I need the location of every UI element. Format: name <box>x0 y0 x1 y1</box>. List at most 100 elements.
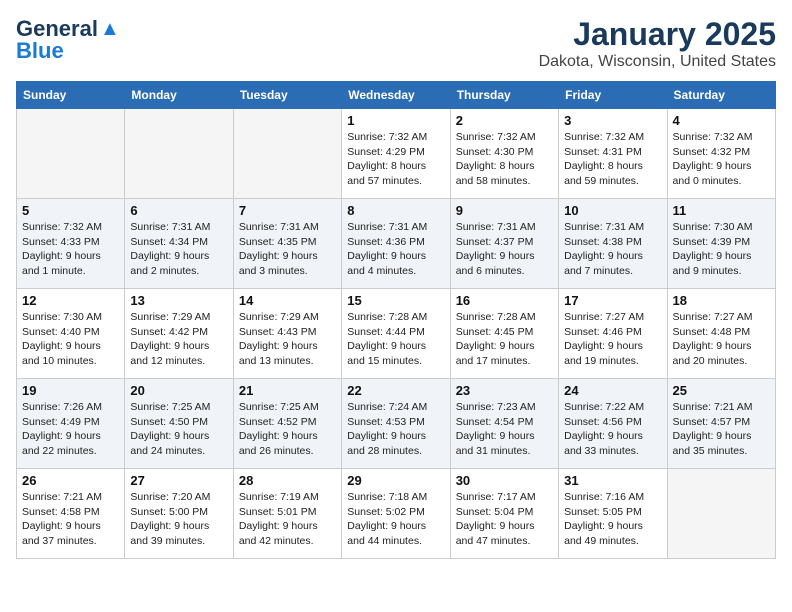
calendar-week-row: 5Sunrise: 7:32 AM Sunset: 4:33 PM Daylig… <box>17 199 776 289</box>
calendar-cell: 3 Sunrise: 7:32 AM Sunset: 4:31 PM Daylig… <box>559 109 667 199</box>
calendar-cell <box>233 109 341 199</box>
day-info: Sunrise: 7:25 AM Sunset: 4:52 PM Dayligh… <box>239 400 336 459</box>
calendar-cell: 20 Sunrise: 7:25 AM Sunset: 4:50 PM Dayli… <box>125 379 233 469</box>
day-info: Sunrise: 7:27 AM Sunset: 4:48 PM Dayligh… <box>673 310 770 369</box>
weekday-header: Sunday <box>17 82 125 109</box>
calendar-header-row: SundayMondayTuesdayWednesdayThursdayFrid… <box>17 82 776 109</box>
day-number: 2 <box>456 113 553 128</box>
day-number: 26 <box>22 473 119 488</box>
day-info: Sunrise: 7:27 AM Sunset: 4:46 PM Dayligh… <box>564 310 661 369</box>
calendar-cell: 28 Sunrise: 7:19 AM Sunset: 5:01 PM Dayli… <box>233 469 341 559</box>
calendar-cell: 23 Sunrise: 7:23 AM Sunset: 4:54 PM Dayli… <box>450 379 558 469</box>
day-number: 13 <box>130 293 227 308</box>
day-number: 1 <box>347 113 444 128</box>
day-info: Sunrise: 7:21 AM Sunset: 4:58 PM Dayligh… <box>22 490 119 549</box>
day-info: Sunrise: 7:32 AM Sunset: 4:31 PM Dayligh… <box>564 130 661 189</box>
calendar-week-row: 26 Sunrise: 7:21 AM Sunset: 4:58 PM Dayli… <box>17 469 776 559</box>
day-info: Sunrise: 7:18 AM Sunset: 5:02 PM Dayligh… <box>347 490 444 549</box>
day-number: 4 <box>673 113 770 128</box>
day-number: 28 <box>239 473 336 488</box>
day-info: Sunrise: 7:29 AM Sunset: 4:42 PM Dayligh… <box>130 310 227 369</box>
day-info: Sunrise: 7:21 AM Sunset: 4:57 PM Dayligh… <box>673 400 770 459</box>
day-info: Sunrise: 7:25 AM Sunset: 4:50 PM Dayligh… <box>130 400 227 459</box>
calendar-cell: 15Sunrise: 7:28 AM Sunset: 4:44 PM Dayli… <box>342 289 450 379</box>
day-number: 10 <box>564 203 661 218</box>
calendar-cell: 2 Sunrise: 7:32 AM Sunset: 4:30 PM Daylig… <box>450 109 558 199</box>
page-header: General ▲ Blue January 2025 Dakota, Wisc… <box>16 16 776 71</box>
day-number: 19 <box>22 383 119 398</box>
calendar-cell: 8Sunrise: 7:31 AM Sunset: 4:36 PM Daylig… <box>342 199 450 289</box>
month-title: January 2025 <box>539 16 776 53</box>
weekday-header: Thursday <box>450 82 558 109</box>
calendar-cell: 31 Sunrise: 7:16 AM Sunset: 5:05 PM Dayli… <box>559 469 667 559</box>
logo-bird-icon: ▲ <box>100 18 120 41</box>
title-area: January 2025 Dakota, Wisconsin, United S… <box>539 16 776 71</box>
logo: General ▲ Blue <box>16 16 120 64</box>
day-info: Sunrise: 7:29 AM Sunset: 4:43 PM Dayligh… <box>239 310 336 369</box>
calendar-table: SundayMondayTuesdayWednesdayThursdayFrid… <box>16 81 776 559</box>
calendar-cell <box>17 109 125 199</box>
calendar-cell: 26 Sunrise: 7:21 AM Sunset: 4:58 PM Dayli… <box>17 469 125 559</box>
day-number: 9 <box>456 203 553 218</box>
day-info: Sunrise: 7:24 AM Sunset: 4:53 PM Dayligh… <box>347 400 444 459</box>
day-number: 12 <box>22 293 119 308</box>
calendar-cell: 25 Sunrise: 7:21 AM Sunset: 4:57 PM Dayli… <box>667 379 775 469</box>
day-number: 23 <box>456 383 553 398</box>
day-number: 3 <box>564 113 661 128</box>
day-number: 22 <box>347 383 444 398</box>
location-title: Dakota, Wisconsin, United States <box>539 53 776 71</box>
day-number: 16 <box>456 293 553 308</box>
day-info: Sunrise: 7:32 AM Sunset: 4:29 PM Dayligh… <box>347 130 444 189</box>
calendar-cell: 5Sunrise: 7:32 AM Sunset: 4:33 PM Daylig… <box>17 199 125 289</box>
day-number: 29 <box>347 473 444 488</box>
day-info: Sunrise: 7:31 AM Sunset: 4:36 PM Dayligh… <box>347 220 444 279</box>
calendar-cell: 24Sunrise: 7:22 AM Sunset: 4:56 PM Dayli… <box>559 379 667 469</box>
calendar-cell: 16 Sunrise: 7:28 AM Sunset: 4:45 PM Dayli… <box>450 289 558 379</box>
calendar-cell: 30Sunrise: 7:17 AM Sunset: 5:04 PM Dayli… <box>450 469 558 559</box>
calendar-cell: 7Sunrise: 7:31 AM Sunset: 4:35 PM Daylig… <box>233 199 341 289</box>
day-number: 25 <box>673 383 770 398</box>
day-number: 27 <box>130 473 227 488</box>
weekday-header: Monday <box>125 82 233 109</box>
calendar-week-row: 1 Sunrise: 7:32 AM Sunset: 4:29 PM Daylig… <box>17 109 776 199</box>
calendar-cell: 13 Sunrise: 7:29 AM Sunset: 4:42 PM Dayli… <box>125 289 233 379</box>
day-number: 24 <box>564 383 661 398</box>
calendar-week-row: 19 Sunrise: 7:26 AM Sunset: 4:49 PM Dayli… <box>17 379 776 469</box>
weekday-header: Friday <box>559 82 667 109</box>
calendar-cell: 22 Sunrise: 7:24 AM Sunset: 4:53 PM Dayli… <box>342 379 450 469</box>
logo-blue: Blue <box>16 38 64 64</box>
day-info: Sunrise: 7:20 AM Sunset: 5:00 PM Dayligh… <box>130 490 227 549</box>
calendar-cell: 27 Sunrise: 7:20 AM Sunset: 5:00 PM Dayli… <box>125 469 233 559</box>
calendar-cell: 18Sunrise: 7:27 AM Sunset: 4:48 PM Dayli… <box>667 289 775 379</box>
calendar-week-row: 12 Sunrise: 7:30 AM Sunset: 4:40 PM Dayli… <box>17 289 776 379</box>
calendar-cell: 19 Sunrise: 7:26 AM Sunset: 4:49 PM Dayli… <box>17 379 125 469</box>
calendar-cell: 10 Sunrise: 7:31 AM Sunset: 4:38 PM Dayli… <box>559 199 667 289</box>
day-number: 14 <box>239 293 336 308</box>
day-info: Sunrise: 7:30 AM Sunset: 4:39 PM Dayligh… <box>673 220 770 279</box>
weekday-header: Tuesday <box>233 82 341 109</box>
day-info: Sunrise: 7:16 AM Sunset: 5:05 PM Dayligh… <box>564 490 661 549</box>
weekday-header: Saturday <box>667 82 775 109</box>
day-number: 6 <box>130 203 227 218</box>
day-number: 20 <box>130 383 227 398</box>
day-info: Sunrise: 7:28 AM Sunset: 4:45 PM Dayligh… <box>456 310 553 369</box>
day-info: Sunrise: 7:26 AM Sunset: 4:49 PM Dayligh… <box>22 400 119 459</box>
day-info: Sunrise: 7:23 AM Sunset: 4:54 PM Dayligh… <box>456 400 553 459</box>
day-number: 15 <box>347 293 444 308</box>
day-number: 31 <box>564 473 661 488</box>
calendar-cell <box>667 469 775 559</box>
day-info: Sunrise: 7:30 AM Sunset: 4:40 PM Dayligh… <box>22 310 119 369</box>
day-info: Sunrise: 7:32 AM Sunset: 4:30 PM Dayligh… <box>456 130 553 189</box>
calendar-cell: 17Sunrise: 7:27 AM Sunset: 4:46 PM Dayli… <box>559 289 667 379</box>
calendar-cell: 1 Sunrise: 7:32 AM Sunset: 4:29 PM Daylig… <box>342 109 450 199</box>
calendar-cell: 29 Sunrise: 7:18 AM Sunset: 5:02 PM Dayli… <box>342 469 450 559</box>
day-info: Sunrise: 7:19 AM Sunset: 5:01 PM Dayligh… <box>239 490 336 549</box>
calendar-cell: 12 Sunrise: 7:30 AM Sunset: 4:40 PM Dayli… <box>17 289 125 379</box>
calendar-cell: 4Sunrise: 7:32 AM Sunset: 4:32 PM Daylig… <box>667 109 775 199</box>
day-info: Sunrise: 7:31 AM Sunset: 4:35 PM Dayligh… <box>239 220 336 279</box>
day-info: Sunrise: 7:31 AM Sunset: 4:38 PM Dayligh… <box>564 220 661 279</box>
day-info: Sunrise: 7:31 AM Sunset: 4:37 PM Dayligh… <box>456 220 553 279</box>
calendar-cell: 21Sunrise: 7:25 AM Sunset: 4:52 PM Dayli… <box>233 379 341 469</box>
day-number: 11 <box>673 203 770 218</box>
day-info: Sunrise: 7:17 AM Sunset: 5:04 PM Dayligh… <box>456 490 553 549</box>
